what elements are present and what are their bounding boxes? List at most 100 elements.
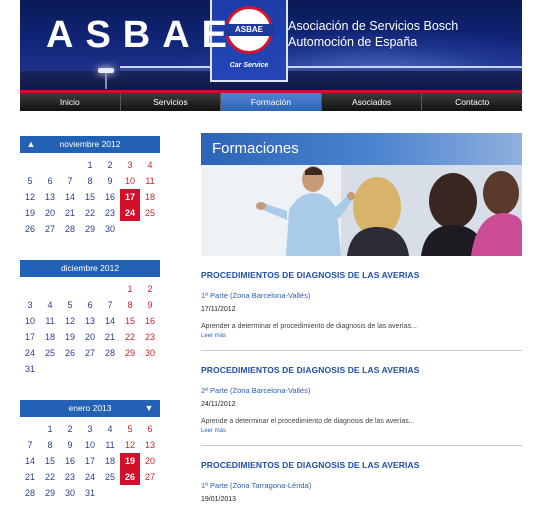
calendar-november-2012: ▲ noviembre 2012 1 2 3 4 5 6 7 8 9 10 11 12 13 14 15 16… xyxy=(20,136,160,237)
main-nav: Inicio Servicios Formación Asociados Con… xyxy=(20,93,522,111)
calendar-day: 14 xyxy=(104,316,115,326)
nav-item-asociados[interactable]: Asociados xyxy=(322,93,423,111)
calendar-day: 16 xyxy=(64,456,75,466)
calendar-day: 3 xyxy=(27,300,33,310)
calendar-empty-cell xyxy=(100,361,120,377)
calendar-day: 23 xyxy=(64,472,75,482)
calendar-day: 18 xyxy=(44,332,55,342)
calendar-day: 22 xyxy=(44,472,55,482)
calendar-day: 21 xyxy=(64,208,75,218)
calendar-day: 23 xyxy=(144,332,155,342)
calendar-day: 16 xyxy=(144,316,155,326)
calendar-empty-cell xyxy=(60,281,80,297)
calendar-day: 3 xyxy=(87,424,93,434)
prev-month-arrow-icon[interactable]: ▲ xyxy=(23,136,39,153)
calendar-day: 22 xyxy=(124,332,135,342)
calendar-day: 28 xyxy=(24,488,35,498)
calendar-day: 6 xyxy=(87,300,93,310)
calendar-day: 20 xyxy=(144,456,155,466)
read-more-link[interactable]: Leer más xyxy=(201,333,522,339)
calendar-day: 19 xyxy=(24,208,35,218)
calendar-empty-cell xyxy=(60,157,80,173)
calendar-day: 11 xyxy=(145,176,155,186)
calendar-day: 13 xyxy=(144,440,155,450)
calendar-day: 27 xyxy=(44,224,55,234)
calendar-day: 13 xyxy=(84,316,95,326)
read-more-link[interactable]: Leer más xyxy=(201,428,522,434)
calendar-empty-cell xyxy=(20,421,40,437)
article-subtitle-link[interactable]: 1ª Parte (Zona Barcelona-Vallés) xyxy=(201,291,522,300)
calendar-day[interactable]: 24 xyxy=(120,205,140,221)
calendar-empty-cell xyxy=(140,485,160,501)
calendar-day: 25 xyxy=(144,208,155,218)
page-title: Formaciones xyxy=(212,140,299,157)
next-month-arrow-icon[interactable]: ▼ xyxy=(141,400,157,417)
calendar-day: 23 xyxy=(104,208,115,218)
article-title[interactable]: PROCEDIMIENTOS DE DIAGNOSIS DE LAS AVERI… xyxy=(201,270,522,280)
nav-item-servicios[interactable]: Servicios xyxy=(121,93,222,111)
calendar-day: 10 xyxy=(24,316,35,326)
calendar-day: 15 xyxy=(124,316,135,326)
subtitle-line-2: Automoción de España xyxy=(288,35,418,49)
calendar-days-grid: 1 2 3 4 5 6 7 8 9 10 11 12 13 14 15 16 17 18 19 20 21 22 23 24 2… xyxy=(20,281,160,377)
calendar-day: 31 xyxy=(24,364,35,374)
calendar-day: 17 xyxy=(84,456,95,466)
calendar-day: 1 xyxy=(127,284,133,294)
calendar-day: 5 xyxy=(27,176,33,186)
nav-item-contacto[interactable]: Contacto xyxy=(422,93,522,111)
calendar-empty-cell xyxy=(40,281,60,297)
article-subtitle-link[interactable]: 1ª Parte (Zona Tarragona-Lérida) xyxy=(201,481,522,490)
article-item: PROCEDIMIENTOS DE DIAGNOSIS DE LAS AVERI… xyxy=(201,256,522,351)
calendar-day: 26 xyxy=(24,224,35,234)
nav-item-formacion[interactable]: Formación xyxy=(221,93,322,111)
nav-item-inicio[interactable]: Inicio xyxy=(20,93,121,111)
calendar-day: 14 xyxy=(64,192,75,202)
calendar-day: 5 xyxy=(67,300,73,310)
article-subtitle-link[interactable]: 2ª Parte (Zona Barcelona-Vallés) xyxy=(201,386,522,395)
calendar-day: 2 xyxy=(147,284,153,294)
calendar-day: 10 xyxy=(84,440,95,450)
calendar-day: 30 xyxy=(104,224,115,234)
calendar-empty-cell xyxy=(140,221,160,237)
main-content: Formaciones PROCEDIMIENTOS DE DIAGNOSIS … xyxy=(201,133,522,503)
article-description: Aprende a determinar el procedimiento de… xyxy=(201,418,415,425)
calendar-day: 9 xyxy=(67,440,73,450)
calendar-day: 21 xyxy=(104,332,115,342)
calendar-empty-cell xyxy=(100,485,120,501)
brand-logo[interactable]: ASBAE xyxy=(46,14,239,57)
calendar-day: 8 xyxy=(47,440,53,450)
article-item: PROCEDIMIENTOS DE DIAGNOSIS DE LAS AVERI… xyxy=(201,351,522,446)
calendar-day: 7 xyxy=(67,176,73,186)
calendar-empty-cell xyxy=(20,281,40,297)
calendar-empty-cell xyxy=(60,361,80,377)
calendar-day: 25 xyxy=(104,472,115,482)
calendar-day: 12 xyxy=(64,316,75,326)
article-title[interactable]: PROCEDIMIENTOS DE DIAGNOSIS DE LAS AVERI… xyxy=(201,460,522,470)
calendar-day[interactable]: 19 xyxy=(120,453,140,469)
calendar-empty-cell xyxy=(40,157,60,173)
calendar-day: 13 xyxy=(44,192,55,202)
calendar-day[interactable]: 26 xyxy=(120,469,140,485)
calendar-day: 22 xyxy=(84,208,95,218)
calendar-day[interactable]: 17 xyxy=(120,189,140,205)
article-title[interactable]: PROCEDIMIENTOS DE DIAGNOSIS DE LAS AVERI… xyxy=(201,365,522,375)
calendar-day: 27 xyxy=(84,348,95,358)
calendar-month-label: diciembre 2012 xyxy=(60,263,120,273)
sign-caption: Car Service xyxy=(229,62,269,69)
calendar-empty-cell xyxy=(40,361,60,377)
calendar-month-label: enero 2013 xyxy=(68,403,112,413)
calendar-day: 30 xyxy=(64,488,75,498)
calendar-day: 28 xyxy=(64,224,75,234)
calendar-day: 30 xyxy=(144,348,155,358)
calendar-day: 14 xyxy=(24,456,35,466)
calendar-day: 8 xyxy=(87,176,93,186)
calendar-day: 18 xyxy=(144,192,155,202)
calendar-day: 29 xyxy=(84,224,95,234)
calendar-day: 4 xyxy=(107,424,113,434)
calendar-day: 4 xyxy=(147,160,153,170)
calendar-days-grid: 1 2 3 4 5 6 7 8 9 10 11 12 13 14 15 16 17 18 19 20 21 22 23 24 2… xyxy=(20,421,160,501)
calendar-days-grid: 1 2 3 4 5 6 7 8 9 10 11 12 13 14 15 16 17 18 19 20 21 22 23 24 2… xyxy=(20,157,160,237)
calendar-day: 1 xyxy=(87,160,93,170)
calendar-empty-cell xyxy=(120,485,140,501)
calendar-day: 15 xyxy=(84,192,95,202)
